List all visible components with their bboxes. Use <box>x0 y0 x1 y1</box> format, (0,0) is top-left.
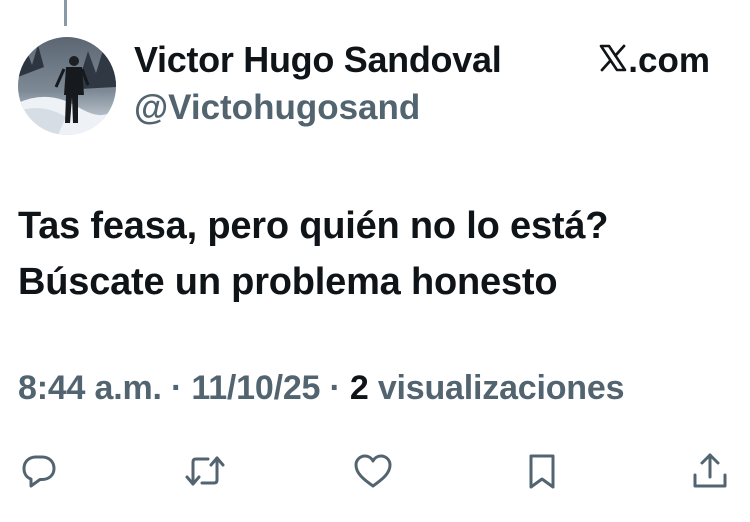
reply-icon <box>22 455 56 488</box>
reply-button[interactable] <box>16 448 62 494</box>
x-domain-label: .com <box>628 41 710 80</box>
bookmark-icon <box>529 454 555 489</box>
like-button[interactable] <box>350 448 396 494</box>
share-button[interactable] <box>687 448 733 494</box>
avatar-photo <box>18 37 116 135</box>
heart-icon <box>354 454 392 488</box>
tweet-time[interactable]: 8:44 a.m. <box>18 369 162 407</box>
meta-separator: · <box>329 369 341 407</box>
meta-separator: · <box>170 369 183 407</box>
thread-connector-line <box>64 0 67 26</box>
tweet-text: Tas feasa, pero quién no lo está? Búscat… <box>18 198 728 310</box>
x-logo-icon <box>599 41 627 81</box>
repost-icon <box>185 456 225 486</box>
x-brand: .com <box>599 41 710 81</box>
tweet-text-line: Búscate un problema honesto <box>18 261 558 303</box>
display-name[interactable]: Victor Hugo Sandoval <box>134 39 502 81</box>
repost-button[interactable] <box>182 448 228 494</box>
user-handle[interactable]: @Victohugosand <box>134 88 420 128</box>
avatar[interactable] <box>18 37 116 135</box>
views-label: visualizaciones <box>377 369 625 407</box>
tweet-text-line: Tas feasa, pero quién no lo está? <box>18 205 609 247</box>
action-bar <box>0 448 750 498</box>
tweet-date[interactable]: 11/10/25 <box>191 369 320 407</box>
tweet-metadata: 8:44 a.m. · 11/10/25 · 2 visualizaciones <box>18 369 624 408</box>
bookmark-button[interactable] <box>519 448 565 494</box>
share-icon <box>693 453 727 488</box>
views-count: 2 <box>349 369 369 407</box>
